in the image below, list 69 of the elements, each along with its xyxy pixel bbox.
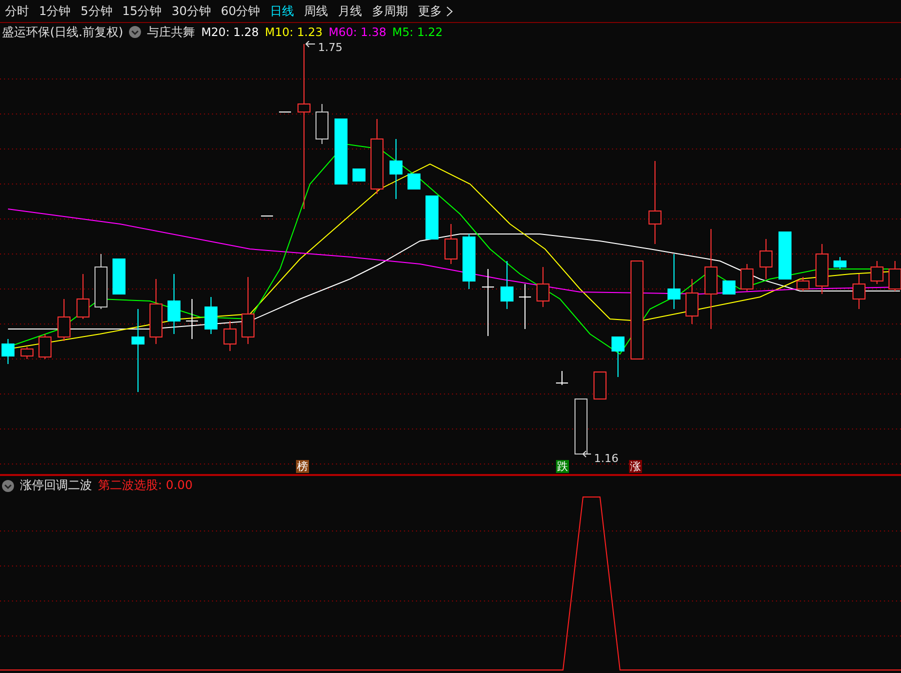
candlestick (168, 274, 180, 334)
moving-average-value: M10: 1.23 (264, 25, 323, 39)
candlestick (76, 274, 90, 320)
candlestick (536, 266, 550, 308)
candlestick (352, 168, 366, 182)
period-tab[interactable]: 月线 (338, 2, 362, 20)
candlestick (778, 232, 792, 280)
candlestick (334, 118, 348, 184)
signal-marker: 榜 (296, 460, 309, 473)
candlestick (224, 320, 236, 352)
candlestick (112, 258, 126, 294)
candlestick (390, 138, 402, 200)
candlestick (242, 276, 254, 344)
chevron-right-icon (446, 6, 454, 16)
candlestick (518, 284, 532, 330)
indicator-name: 与庄共舞 (147, 24, 196, 40)
price-label: 1.16 (594, 452, 618, 465)
candlestick (612, 336, 624, 378)
candlestick (796, 276, 810, 292)
period-tab[interactable]: 多周期 (372, 2, 408, 20)
candlestick (316, 104, 328, 144)
price-label: 1.75 (318, 41, 342, 54)
moving-average-value: M60: 1.38 (328, 25, 386, 39)
candlestick (150, 278, 162, 344)
period-tab[interactable]: 60分钟 (220, 2, 260, 20)
candlestick (686, 278, 698, 324)
candlestick (186, 298, 198, 340)
period-tab[interactable]: 日线 (270, 2, 294, 20)
pointer-arrow (305, 41, 316, 48)
candlestick (834, 256, 846, 270)
pointer-arrow (582, 450, 592, 458)
signal-marker: 跌 (556, 460, 569, 473)
candlestick (426, 196, 438, 240)
indicator-name: 涨停回调二波 (20, 477, 92, 494)
candlestick (816, 244, 828, 294)
candlestick (204, 296, 218, 334)
candlestick (20, 346, 34, 360)
dropdown-icon[interactable] (2, 480, 14, 492)
period-tab[interactable]: 分时 (5, 2, 29, 20)
candlestick (760, 238, 772, 280)
period-tab[interactable]: 1分钟 (39, 2, 71, 20)
indicator-reading: 第二波选股: 0.00 (98, 477, 193, 494)
candlestick (668, 254, 680, 310)
candlestick (38, 334, 52, 360)
signal-marker: 涨 (629, 460, 642, 473)
candlestick (574, 398, 588, 454)
more-menu[interactable]: 更多 (418, 2, 454, 20)
candlestick (58, 298, 70, 342)
period-tab[interactable]: 5分钟 (80, 2, 112, 20)
candlestick (870, 260, 884, 284)
candlestick (722, 280, 736, 294)
candlestick (482, 268, 494, 336)
period-tab[interactable]: 周线 (304, 2, 328, 20)
candlestick (594, 372, 606, 400)
candlestick (408, 174, 420, 190)
moving-average-value: M5: 1.22 (392, 25, 443, 39)
period-tab[interactable]: 30分钟 (172, 2, 211, 20)
candlestick (444, 224, 458, 264)
candlestick (462, 234, 476, 290)
stock-title: 盛运环保(日线.前复权) (2, 24, 124, 40)
moving-average-value: M20: 1.28 (201, 25, 259, 39)
dropdown-icon[interactable] (129, 26, 142, 38)
candlestick (556, 370, 568, 386)
candlestick (740, 264, 754, 292)
period-tab[interactable]: 15分钟 (122, 2, 162, 20)
candlestick (852, 274, 866, 310)
candlestick (2, 338, 14, 364)
candlestick (500, 260, 514, 310)
candlestick (94, 254, 108, 310)
